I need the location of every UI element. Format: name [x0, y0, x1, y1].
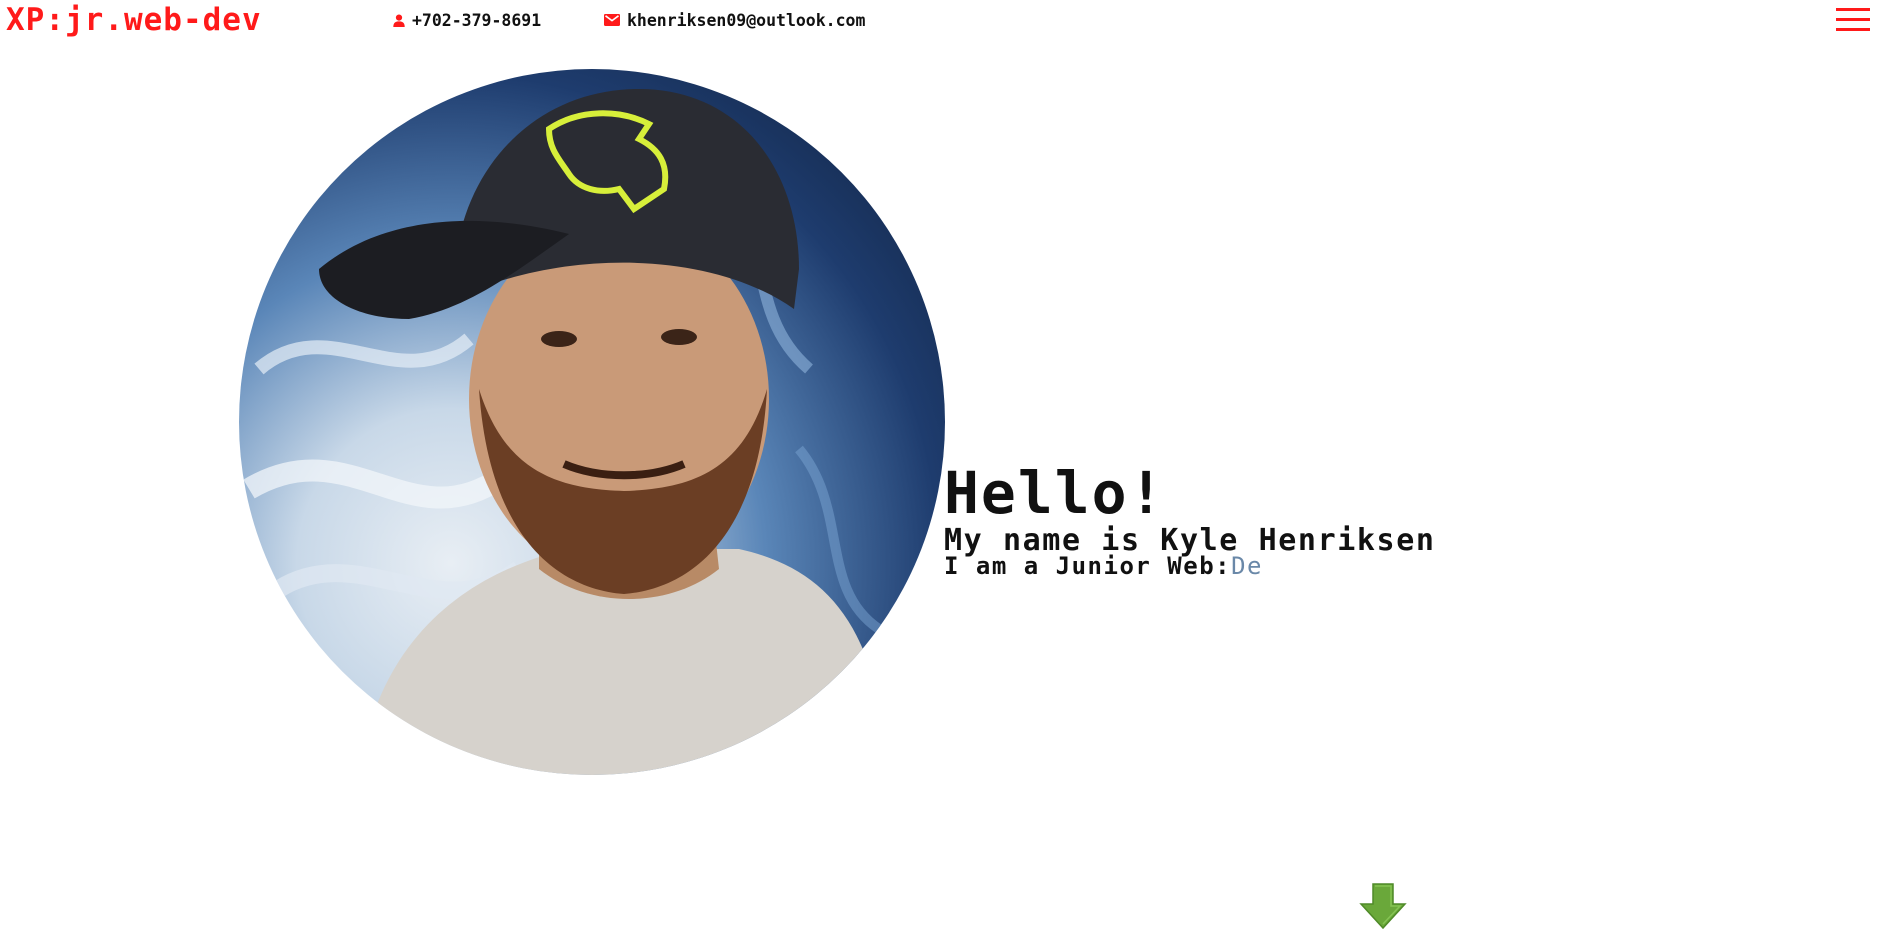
envelope-icon	[604, 14, 620, 26]
portfolio-page: XP:jr.web-dev +702-379-8691 khenriksen09…	[0, 0, 1892, 945]
hamburger-menu-icon[interactable]	[1836, 5, 1870, 35]
menu-bar	[1836, 8, 1870, 11]
profile-photo	[239, 69, 945, 775]
role-typed-fragment: De	[1231, 552, 1263, 580]
role-prefix: I am a Junior Web:	[944, 552, 1232, 580]
email-address: khenriksen09@outlook.com	[627, 10, 866, 30]
role-typing-text: I am a Junior Web:De	[944, 552, 1263, 580]
menu-bar	[1836, 18, 1870, 21]
email-link[interactable]: khenriksen09@outlook.com	[604, 9, 865, 31]
person-icon	[393, 14, 405, 27]
greeting-heading: Hello!	[944, 459, 1166, 527]
menu-bar	[1836, 28, 1870, 31]
phone-number: +702-379-8691	[412, 10, 542, 30]
site-logo[interactable]: XP:jr.web-dev	[6, 2, 262, 38]
phone-link[interactable]: +702-379-8691	[393, 9, 541, 31]
down-arrow-icon[interactable]	[1359, 882, 1407, 930]
